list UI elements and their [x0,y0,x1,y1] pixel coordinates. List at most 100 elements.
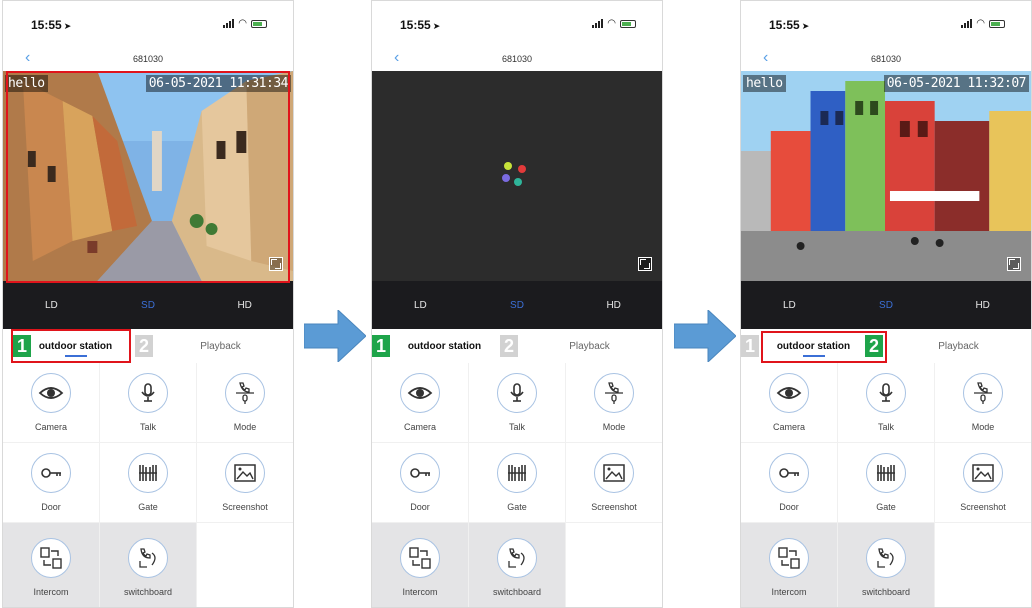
camera-label: Camera [403,422,436,432]
mode-button[interactable]: Mode [566,363,662,442]
location-arrow-icon: ➤ [432,21,441,31]
eye-icon [769,373,809,413]
screenshot-button[interactable]: Screenshot [935,443,1031,522]
switchboard-button[interactable]: switchboard [100,523,196,607]
switchboard-button[interactable]: switchboard [838,523,934,607]
mode-label: Mode [602,422,626,432]
video-preview[interactable]: hello 06-05-2021 11:31:34 [3,71,293,281]
quality-hd[interactable]: HD [196,300,293,311]
switchboard-icon [128,537,168,578]
system-indicators: ◠ [961,19,1005,29]
talk-button[interactable]: Talk [469,363,565,442]
intercom-button[interactable]: Intercom [741,523,837,607]
arrow-right-icon [674,310,736,362]
empty-cell [935,523,1031,607]
quality-ld[interactable]: LD [741,300,838,311]
quality-sd[interactable]: SD [469,300,566,311]
talk-button[interactable]: Talk [100,363,196,442]
tab-active-indicator [64,355,87,357]
tab-bar: 1 2 outdoor station Playback [3,329,293,363]
action-grid: Camera Talk Mode Door Gate Screenshot In… [3,363,293,607]
device-title: 681030 [132,54,164,64]
screenshot-icon [594,453,634,493]
video-preview[interactable] [372,71,662,281]
door-button[interactable]: Door [3,443,99,522]
camera-label: Camera [34,422,67,432]
intercom-icon [400,537,440,578]
colorful-houses-image [741,71,1031,281]
device-title: 681030 [501,54,533,64]
tab-playback[interactable]: Playback [148,329,293,363]
status-bar: 15:55 ➤ ◠ [3,1,293,43]
screenshot-icon [225,453,265,493]
signal-icon [223,19,235,28]
camera-button[interactable]: Camera [741,363,837,442]
microphone-icon [866,373,906,413]
quality-hd[interactable]: HD [934,300,1031,311]
switchboard-label: switchboard [861,586,911,597]
switchboard-label: switchboard [492,586,542,597]
system-indicators: ◠ [223,18,267,29]
fullscreen-icon[interactable] [638,257,652,271]
phone-screen-1: 15:55 ➤ ◠ ‹ 681030 hello 06-05-2021 11:3… [2,0,294,608]
action-grid: Camera Talk Mode Door Gate Screenshot In… [372,363,662,607]
mode-button[interactable]: Mode [935,363,1031,442]
tab-active-indicator [802,355,825,357]
screenshot-label: Screenshot [222,502,268,512]
tab-outdoor-station[interactable]: outdoor station [741,329,886,363]
door-label: Door [779,502,799,512]
empty-cell [197,523,293,607]
arrow-right-icon [304,310,366,362]
door-button[interactable]: Door [372,443,468,522]
camera-label: Camera [772,422,805,432]
eye-icon [400,373,440,413]
video-preview[interactable]: hello 06-05-2021 11:32:07 [741,71,1031,281]
wifi-icon: ◠ [238,18,247,29]
tab-outdoor-station[interactable]: outdoor station [372,329,517,363]
quality-selector: LD SD HD [741,281,1031,329]
phone-mic-icon [225,373,265,413]
tab-outdoor-label: outdoor station [407,340,482,352]
screenshot-button[interactable]: Screenshot [197,443,293,522]
tab-bar: 1 2 outdoor station Playback [741,329,1031,363]
location-arrow-icon: ➤ [801,21,810,31]
fullscreen-icon[interactable] [1007,257,1021,271]
gate-label: Gate [876,502,896,512]
quality-sd[interactable]: SD [838,300,935,311]
battery-icon [251,19,267,28]
tab-playback-label: Playback [938,340,979,352]
tab-bar: 1 2 outdoor station Playback [372,329,662,363]
tab-outdoor-station[interactable]: outdoor station [3,329,148,363]
camera-button[interactable]: Camera [372,363,468,442]
talk-label: Talk [508,422,525,432]
signal-icon [961,19,973,28]
nav-bar: ‹ 681030 [3,45,293,71]
quality-sd[interactable]: SD [100,300,197,311]
switchboard-button[interactable]: switchboard [469,523,565,607]
quality-ld[interactable]: LD [372,300,469,311]
wifi-icon: ◠ [607,18,616,29]
gate-button[interactable]: Gate [838,443,934,522]
talk-label: Talk [877,422,894,432]
tab-playback[interactable]: Playback [886,329,1031,363]
tab-outdoor-label: outdoor station [776,340,851,352]
intercom-icon [769,537,809,578]
screenshot-button[interactable]: Screenshot [566,443,662,522]
quality-ld[interactable]: LD [3,300,100,311]
intercom-button[interactable]: Intercom [372,523,468,607]
gate-button[interactable]: Gate [469,443,565,522]
fullscreen-icon[interactable] [269,257,283,271]
intercom-button[interactable]: Intercom [3,523,99,607]
talk-button[interactable]: Talk [838,363,934,442]
mode-button[interactable]: Mode [197,363,293,442]
gate-button[interactable]: Gate [100,443,196,522]
intercom-icon [31,537,71,578]
tab-playback[interactable]: Playback [517,329,662,363]
door-button[interactable]: Door [741,443,837,522]
screenshot-label: Screenshot [591,502,637,512]
battery-icon [620,19,636,28]
camera-button[interactable]: Camera [3,363,99,442]
gate-icon [128,453,168,493]
empty-cell [566,523,662,607]
quality-hd[interactable]: HD [565,300,662,311]
